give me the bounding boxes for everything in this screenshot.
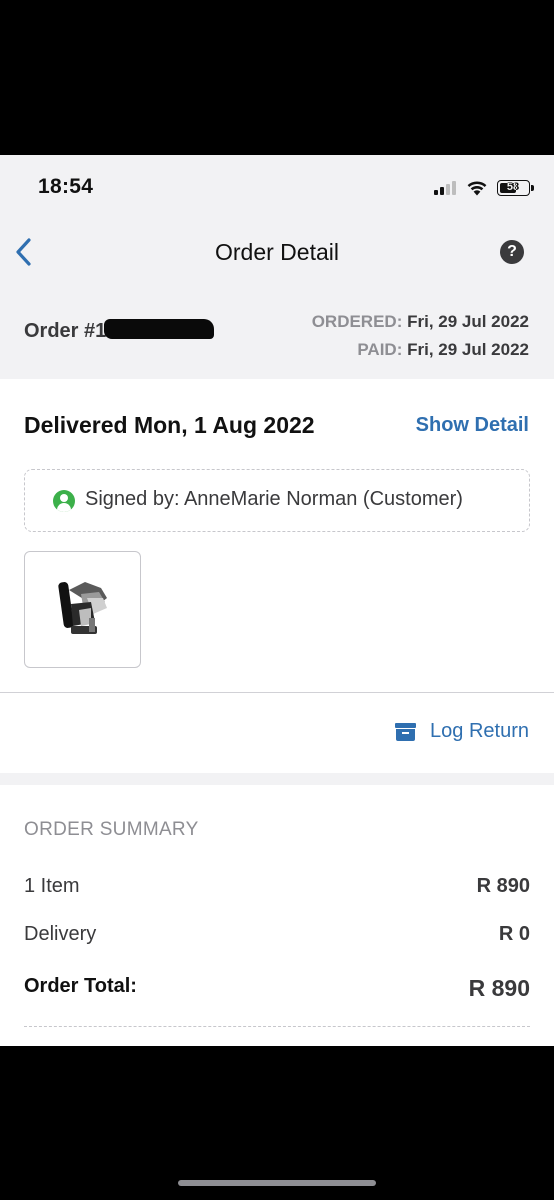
signed-by-text: Signed by: AnneMarie Norman (Customer) — [85, 488, 463, 510]
wifi-icon — [467, 181, 487, 196]
items-value: R 890 — [476, 875, 530, 897]
signed-by-box: Signed by: AnneMarie Norman (Customer) — [24, 469, 530, 532]
archive-box-icon — [395, 722, 417, 741]
order-header: Order #1 ORDERED: Fri, 29 Jul 2022 PAID:… — [0, 283, 554, 379]
total-value: R 890 — [468, 975, 530, 1001]
battery-icon: 58 — [497, 180, 534, 196]
log-return-label: Log Return — [430, 720, 529, 742]
section-gap — [0, 773, 554, 785]
ordered-date: Fri, 29 Jul 2022 — [407, 312, 529, 331]
total-label: Order Total: — [24, 975, 137, 997]
signal-icon — [434, 181, 456, 195]
log-return-button[interactable]: Log Return — [395, 720, 529, 743]
paid-label: PAID: — [357, 340, 403, 359]
nav-bar: Order Detail ? — [0, 221, 554, 283]
paid-date: Fri, 29 Jul 2022 — [407, 340, 529, 359]
product-thumbnail[interactable] — [24, 551, 141, 668]
page-title: Order Detail — [215, 239, 339, 265]
redaction-mark — [104, 319, 214, 339]
order-dates: ORDERED: Fri, 29 Jul 2022 PAID: Fri, 29 … — [312, 308, 529, 364]
dashed-divider — [24, 1026, 530, 1027]
delivery-value: R 0 — [498, 923, 530, 945]
show-detail-link[interactable]: Show Detail — [416, 414, 529, 437]
summary-row-total: Order Total: R 890 — [24, 975, 530, 1002]
order-number: Order #1 — [24, 320, 107, 342]
home-indicator[interactable] — [178, 1180, 376, 1186]
order-summary-title: ORDER SUMMARY — [24, 819, 199, 840]
section-divider — [0, 692, 554, 693]
battery-level: 58 — [506, 181, 520, 193]
product-image — [58, 582, 107, 634]
status-bar: 18:54 58 — [0, 155, 554, 221]
question-circle-icon[interactable]: ? — [500, 240, 524, 264]
user-check-icon — [53, 490, 75, 512]
ordered-label: ORDERED: — [311, 312, 403, 331]
status-time: 18:54 — [38, 175, 94, 198]
summary-row-items: 1 Item R 890 — [24, 875, 530, 898]
delivery-status: Delivered Mon, 1 Aug 2022 — [24, 412, 315, 438]
delivery-label: Delivery — [24, 923, 97, 945]
chevron-left-icon[interactable] — [12, 235, 36, 269]
summary-row-delivery: Delivery R 0 — [24, 923, 530, 946]
items-label: 1 Item — [24, 875, 80, 897]
order-detail-screen: 18:54 58 Order Detail ? Order #1 ORDERED… — [0, 155, 554, 1046]
